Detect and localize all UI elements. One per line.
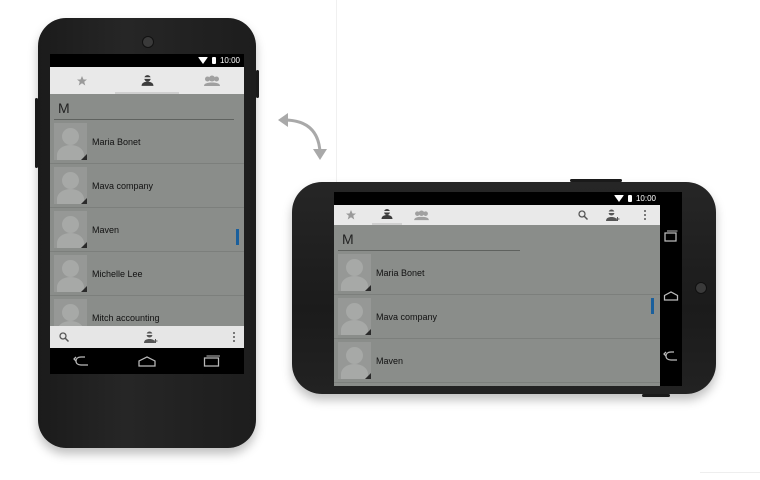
tab-groups[interactable] [179, 67, 244, 94]
contact-name: Mitch accounting [92, 312, 160, 323]
tab-bar [334, 205, 660, 225]
contact-row[interactable]: Maria Bonet [50, 120, 244, 164]
power-button [642, 394, 670, 397]
search-icon [578, 210, 589, 221]
avatar [338, 342, 371, 379]
front-camera [695, 282, 707, 294]
contact-name: Maven [376, 355, 404, 366]
add-contact-icon [606, 209, 620, 221]
tab-groups[interactable] [406, 205, 436, 225]
group-icon [413, 209, 429, 220]
avatar [338, 298, 371, 335]
scroll-indicator[interactable] [236, 229, 239, 245]
battery-icon [627, 195, 632, 202]
tab-favorites[interactable] [336, 205, 366, 225]
home-icon[interactable] [137, 355, 157, 367]
contact-row[interactable]: Mava company [50, 164, 244, 208]
rotate-arrow-icon [278, 113, 327, 160]
avatar [54, 255, 87, 292]
avatar [54, 167, 87, 204]
wifi-icon [613, 195, 624, 202]
phone-portrait: 10:00 M Maria Bonet Mava company Maven M… [35, 18, 259, 448]
navigation-bar [660, 205, 682, 386]
contact-name: Michelle Lee [92, 268, 143, 279]
power-button [256, 70, 259, 98]
tab-all-contacts[interactable] [114, 67, 180, 94]
avatar [54, 123, 87, 160]
tab-bar [50, 67, 244, 94]
section-header: M [58, 100, 70, 116]
add-contact-action[interactable] [598, 205, 628, 225]
search-icon[interactable] [58, 331, 70, 343]
front-camera [142, 36, 154, 48]
volume-button [570, 179, 622, 182]
screen-portrait: 10:00 M Maria Bonet Mava company Maven M… [50, 54, 244, 374]
add-contact-icon[interactable] [144, 331, 158, 344]
battery-icon [211, 57, 216, 64]
more-vert-icon [644, 210, 646, 220]
phone-landscape: 10:00 M Maria Bonet Mava company Maven [292, 179, 716, 397]
scroll-indicator[interactable] [651, 298, 654, 314]
contact-list: M Maria Bonet Mava company Maven Michell… [50, 94, 244, 348]
tab-all-contacts[interactable] [372, 205, 402, 225]
avatar [338, 254, 371, 291]
contact-name: Maria Bonet [376, 267, 425, 278]
contact-row[interactable]: Mava company [334, 295, 660, 339]
back-icon[interactable] [73, 355, 91, 367]
more-vert-icon[interactable] [232, 331, 236, 343]
navigation-bar [50, 348, 244, 374]
section-header: M [342, 231, 354, 247]
person-icon [141, 75, 153, 86]
person-icon [381, 209, 393, 219]
star-icon [77, 75, 88, 85]
contact-list: M Maria Bonet Mava company Maven [334, 205, 660, 386]
background-divider [336, 0, 337, 200]
status-bar: 10:00 [50, 54, 244, 67]
contact-row[interactable]: Maria Bonet [334, 251, 660, 295]
back-icon[interactable] [663, 350, 679, 362]
contact-row[interactable]: Maven [334, 339, 660, 383]
recents-icon[interactable] [203, 355, 221, 367]
status-time: 10:00 [219, 56, 240, 65]
contact-name: Maven [92, 224, 120, 235]
status-bar: 10:00 [334, 192, 660, 205]
tab-favorites[interactable] [50, 67, 115, 94]
contact-name: Maria Bonet [92, 136, 141, 147]
contact-row[interactable]: Michelle Lee [50, 252, 244, 296]
search-action[interactable] [568, 205, 598, 225]
contact-name: Mava company [376, 311, 438, 322]
home-icon[interactable] [663, 290, 679, 301]
background-divider-bottom [700, 472, 760, 473]
contact-row[interactable]: Maven [50, 208, 244, 252]
screen-landscape: 10:00 M Maria Bonet Mava company Maven [334, 192, 682, 386]
avatar [54, 211, 87, 248]
recents-icon[interactable] [664, 230, 678, 242]
wifi-icon [197, 57, 208, 64]
contact-name: Mava company [92, 180, 154, 191]
group-icon [203, 75, 220, 86]
status-time: 10:00 [635, 194, 656, 203]
bottom-action-bar [50, 326, 244, 348]
more-action[interactable] [630, 205, 660, 225]
volume-button [35, 98, 38, 168]
star-icon [346, 210, 356, 220]
